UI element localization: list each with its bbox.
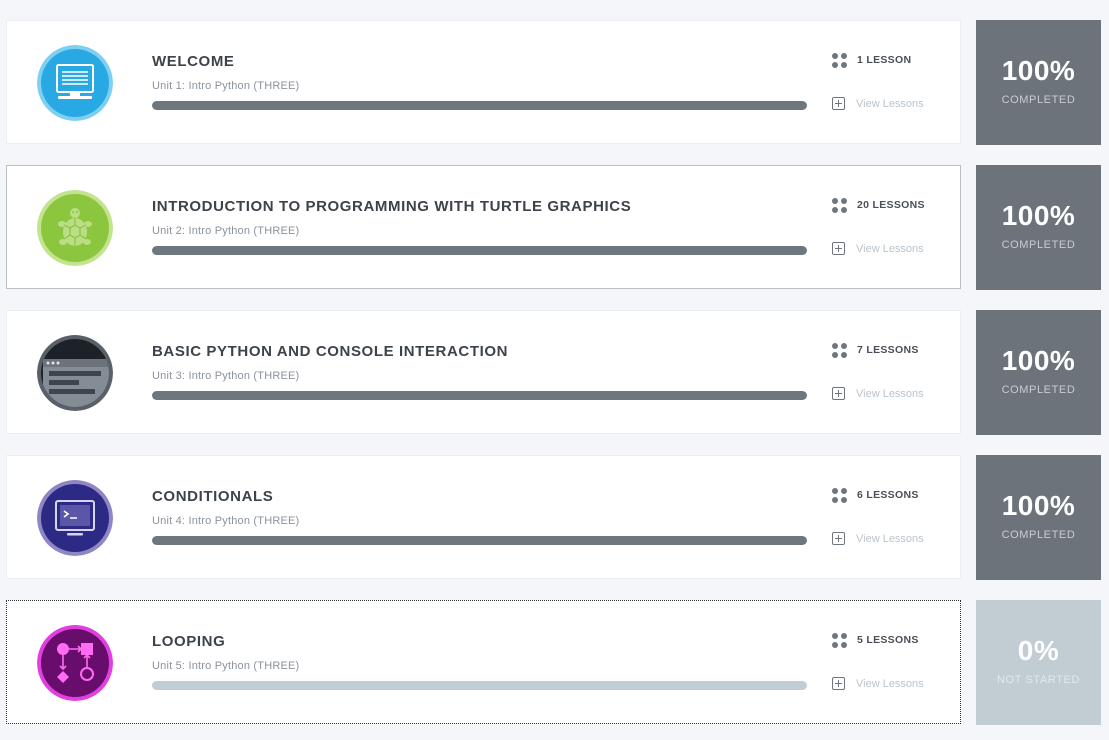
status-label: COMPLETED xyxy=(1001,384,1076,396)
lessons-grid-icon xyxy=(832,52,847,68)
progress-bar xyxy=(152,681,807,690)
monitor-icon xyxy=(37,45,113,121)
unit-subtitle: Unit 1: Intro Python (THREE) xyxy=(152,80,300,92)
plus-box-icon xyxy=(832,387,845,400)
lessons-grid-icon xyxy=(832,487,847,503)
console-window-icon xyxy=(37,335,113,411)
unit-title: BASIC PYTHON AND CONSOLE INTERACTION xyxy=(152,343,509,360)
unit-title: CONDITIONALS xyxy=(152,488,274,505)
unit-subtitle: Unit 5: Intro Python (THREE) xyxy=(152,660,300,672)
view-lessons-button[interactable]: View Lessons xyxy=(832,387,924,400)
unit-card[interactable]: BASIC PYTHON AND CONSOLE INTERACTION Uni… xyxy=(6,310,961,434)
unit-row-basic-python: BASIC PYTHON AND CONSOLE INTERACTION Uni… xyxy=(0,310,1109,436)
view-lessons-label: View Lessons xyxy=(856,387,924,400)
turtle-icon xyxy=(37,190,113,266)
progress-bar xyxy=(152,101,807,110)
unit-list: WELCOME Unit 1: Intro Python (THREE) 1 L… xyxy=(0,0,1109,740)
view-lessons-label: View Lessons xyxy=(856,677,924,690)
lesson-count: 6 LESSONS xyxy=(832,487,919,503)
unit-subtitle: Unit 3: Intro Python (THREE) xyxy=(152,370,300,382)
lesson-count: 1 LESSON xyxy=(832,52,911,68)
lesson-count-label: 20 LESSONS xyxy=(857,199,925,211)
plus-box-icon xyxy=(832,242,845,255)
lesson-count-label: 6 LESSONS xyxy=(857,489,919,501)
status-tile: 0% NOT STARTED xyxy=(976,600,1101,725)
status-percent: 0% xyxy=(1017,635,1060,666)
progress-fill xyxy=(152,101,807,110)
status-label: NOT STARTED xyxy=(997,674,1080,686)
view-lessons-label: View Lessons xyxy=(856,532,924,545)
view-lessons-button[interactable]: View Lessons xyxy=(832,97,924,110)
unit-title: LOOPING xyxy=(152,633,226,650)
status-tile: 100% COMPLETED xyxy=(976,455,1101,580)
status-tile: 100% COMPLETED xyxy=(976,20,1101,145)
lesson-count: 7 LESSONS xyxy=(832,342,919,358)
unit-card[interactable]: CONDITIONALS Unit 4: Intro Python (THREE… xyxy=(6,455,961,579)
unit-subtitle: Unit 2: Intro Python (THREE) xyxy=(152,225,300,237)
status-percent: 100% xyxy=(1001,200,1076,231)
unit-title: WELCOME xyxy=(152,53,235,70)
view-lessons-label: View Lessons xyxy=(856,97,924,110)
status-label: COMPLETED xyxy=(1001,94,1076,106)
lesson-count: 20 LESSONS xyxy=(832,197,925,213)
progress-bar xyxy=(152,246,807,255)
progress-bar xyxy=(152,391,807,400)
plus-box-icon xyxy=(832,97,845,110)
view-lessons-button[interactable]: View Lessons xyxy=(832,532,924,545)
unit-row-conditionals: CONDITIONALS Unit 4: Intro Python (THREE… xyxy=(0,455,1109,581)
progress-bar xyxy=(152,536,807,545)
status-percent: 100% xyxy=(1001,55,1076,86)
progress-fill xyxy=(152,391,807,400)
status-label: COMPLETED xyxy=(1001,239,1076,251)
lessons-grid-icon xyxy=(832,197,847,213)
unit-card[interactable]: INTRODUCTION TO PROGRAMMING WITH TURTLE … xyxy=(6,165,961,289)
plus-box-icon xyxy=(832,532,845,545)
status-tile: 100% COMPLETED xyxy=(976,165,1101,290)
unit-title: INTRODUCTION TO PROGRAMMING WITH TURTLE … xyxy=(152,198,632,215)
lesson-count: 5 LESSONS xyxy=(832,632,919,648)
unit-row-looping: LOOPING Unit 5: Intro Python (THREE) 5 L… xyxy=(0,600,1109,726)
progress-fill xyxy=(152,246,807,255)
plus-box-icon xyxy=(832,677,845,690)
unit-row-turtle-graphics: INTRODUCTION TO PROGRAMMING WITH TURTLE … xyxy=(0,165,1109,291)
unit-subtitle: Unit 4: Intro Python (THREE) xyxy=(152,515,300,527)
status-percent: 100% xyxy=(1001,345,1076,376)
status-tile: 100% COMPLETED xyxy=(976,310,1101,435)
terminal-prompt-icon xyxy=(37,480,113,556)
lesson-count-label: 1 LESSON xyxy=(857,54,912,66)
unit-row-welcome: WELCOME Unit 1: Intro Python (THREE) 1 L… xyxy=(0,20,1109,146)
progress-fill xyxy=(152,536,807,545)
lessons-grid-icon xyxy=(832,632,847,648)
unit-card[interactable]: WELCOME Unit 1: Intro Python (THREE) 1 L… xyxy=(6,20,961,144)
status-percent: 100% xyxy=(1001,490,1076,521)
view-lessons-button[interactable]: View Lessons xyxy=(832,677,924,690)
unit-card[interactable]: LOOPING Unit 5: Intro Python (THREE) 5 L… xyxy=(6,600,961,724)
view-lessons-label: View Lessons xyxy=(856,242,924,255)
view-lessons-button[interactable]: View Lessons xyxy=(832,242,924,255)
status-label: COMPLETED xyxy=(1001,529,1076,541)
lesson-count-label: 7 LESSONS xyxy=(857,344,919,356)
flowchart-icon xyxy=(37,625,113,701)
lesson-count-label: 5 LESSONS xyxy=(857,634,919,646)
lessons-grid-icon xyxy=(832,342,847,358)
